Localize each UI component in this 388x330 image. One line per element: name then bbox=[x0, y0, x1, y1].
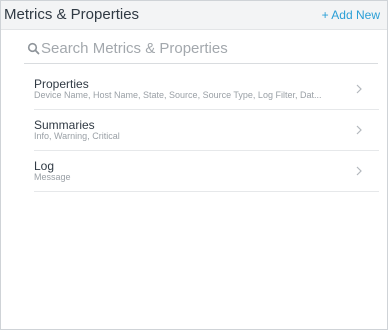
list-item-subtitle: Message bbox=[34, 172, 71, 182]
chevron-right-icon bbox=[356, 166, 362, 176]
list-item-summaries[interactable]: Summaries Info, Warning, Critical bbox=[34, 110, 379, 151]
list-item-title: Properties bbox=[34, 77, 89, 91]
list-item-title: Summaries bbox=[34, 118, 95, 132]
list-item-subtitle: Device Name, Host Name, State, Source, S… bbox=[34, 90, 322, 100]
list-item-title: Log bbox=[34, 159, 55, 173]
panel-title: Metrics & Properties bbox=[4, 6, 140, 23]
panel-header: Metrics & Properties + Add New bbox=[1, 1, 387, 30]
list-item-properties[interactable]: Properties Device Name, Host Name, State… bbox=[34, 69, 379, 110]
add-new-button[interactable]: + Add New bbox=[322, 8, 380, 22]
search-bar bbox=[24, 33, 378, 64]
metrics-list: Properties Device Name, Host Name, State… bbox=[34, 69, 379, 192]
search-icon bbox=[27, 42, 40, 55]
metrics-properties-panel: Metrics & Properties + Add New Propertie… bbox=[0, 0, 388, 330]
chevron-right-icon bbox=[356, 84, 362, 94]
list-item-log[interactable]: Log Message bbox=[34, 151, 379, 192]
search-input[interactable] bbox=[41, 37, 371, 59]
chevron-right-icon bbox=[356, 125, 362, 135]
list-item-subtitle: Info, Warning, Critical bbox=[34, 131, 120, 141]
